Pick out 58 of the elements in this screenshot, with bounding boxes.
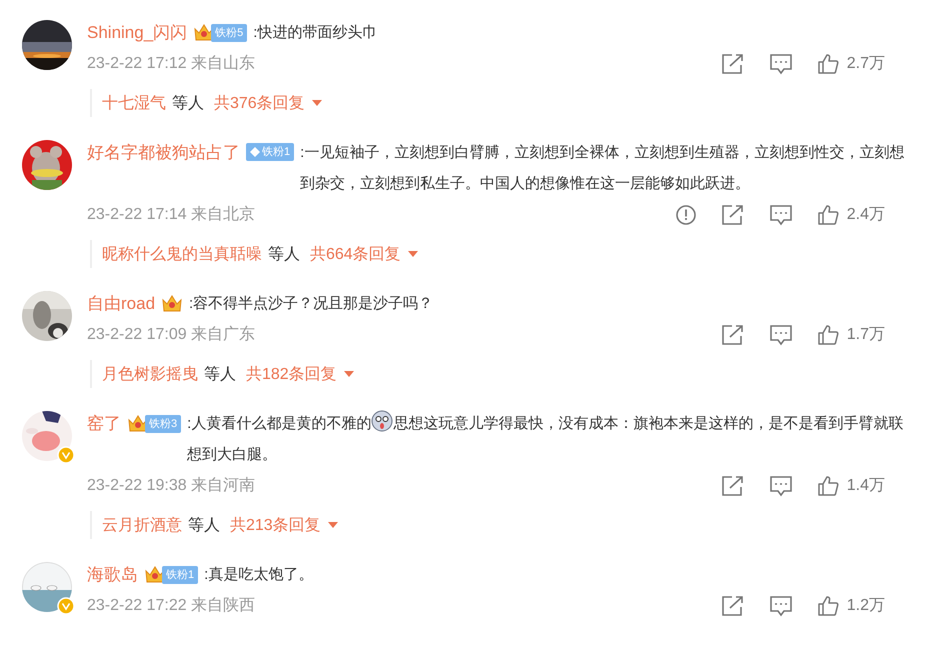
comment-text: :容不得半点沙子？况且那是沙子吗？ (189, 294, 434, 314)
share-icon[interactable] (720, 52, 745, 74)
crown-icon (161, 294, 184, 314)
comment-time: 23-2-22 17:22 来自陕西 (87, 596, 256, 616)
reply-count-link[interactable]: 共213条回复 (230, 514, 321, 536)
like-icon[interactable] (816, 474, 839, 496)
fan-badge: 铁粉1 (162, 566, 198, 584)
caret-icon[interactable] (342, 370, 355, 378)
comment-icon[interactable] (768, 474, 793, 496)
caret-icon[interactable] (406, 250, 419, 258)
user-name[interactable]: 好名字都被狗站占了 (87, 137, 240, 168)
share-icon[interactable] (720, 594, 745, 616)
reply-user[interactable]: 昵称什么鬼的当真聒噪 (102, 244, 262, 264)
reply-others: 等人 (172, 94, 204, 114)
comment-time: 23-2-22 17:14 来自北京 (87, 204, 256, 225)
fan-badge: 铁粉1 (246, 143, 294, 161)
comment-icon[interactable] (768, 594, 793, 616)
reply-count-link[interactable]: 共376条回复 (214, 92, 305, 114)
emoji-icon (371, 410, 394, 432)
like-count: 1.2万 (846, 596, 885, 616)
comment-time: 23-2-22 19:38 来自河南 (87, 476, 256, 496)
comment-icon[interactable] (768, 52, 793, 74)
report-icon[interactable] (674, 204, 697, 226)
like-icon[interactable] (816, 594, 839, 616)
like-icon[interactable] (816, 52, 839, 74)
reply-others: 等人 (188, 516, 220, 536)
user-name[interactable]: 窑了 (87, 408, 121, 439)
comment-text: :快进的带面纱头巾 (253, 23, 378, 43)
reply-count-link[interactable]: 共664条回复 (310, 244, 401, 264)
user-name[interactable]: 海歌岛 (87, 559, 138, 590)
comment-text: :真是吃太饱了。 (204, 565, 314, 585)
like-count: 2.7万 (846, 54, 885, 74)
reply-others: 等人 (204, 364, 236, 384)
fan-badge: 铁粉5 (211, 24, 248, 42)
caret-icon[interactable] (326, 521, 339, 529)
share-icon[interactable] (720, 474, 745, 496)
like-count: 1.7万 (846, 325, 885, 345)
user-name[interactable]: Shining_闪闪 (87, 17, 188, 48)
reply-user[interactable]: 云月折酒意 (102, 514, 182, 536)
comment-icon[interactable] (768, 324, 793, 346)
user-name[interactable]: 自由road (87, 288, 156, 319)
like-count: 2.4万 (846, 205, 885, 225)
like-icon[interactable] (816, 324, 839, 346)
comment-text: :一见短袖子，立刻想到白臂膊，立刻想到全裸体，立刻想到生殖器，立刻想到性交，立刻想到杂交，立刻想到私生子。中国人的想像惟在这一层能够如此跃进。 (300, 143, 905, 194)
reply-user[interactable]: 十七湿气 (102, 92, 166, 114)
comment-time: 23-2-22 17:09 来自广东 (87, 324, 256, 345)
reply-count-link[interactable]: 共182条回复 (246, 364, 337, 384)
comment-time: 23-2-22 17:12 来自山东 (87, 54, 256, 74)
reply-user[interactable]: 月色树影摇曳 (102, 364, 198, 384)
comment-text: :人黄看什么都是黄的不雅的 思想这玩意儿学得最快，没有成本：旗袍本来是这样的，是不是看到手臂就联想到大白腿。 (187, 408, 905, 470)
share-icon[interactable] (720, 204, 745, 226)
fan-badge: 铁粉3 (145, 415, 182, 433)
reply-others: 等人 (268, 244, 300, 264)
caret-icon[interactable] (310, 99, 323, 107)
like-count: 1.4万 (846, 476, 885, 496)
share-icon[interactable] (720, 324, 745, 346)
comment-icon[interactable] (768, 204, 793, 226)
like-icon[interactable] (816, 204, 839, 226)
